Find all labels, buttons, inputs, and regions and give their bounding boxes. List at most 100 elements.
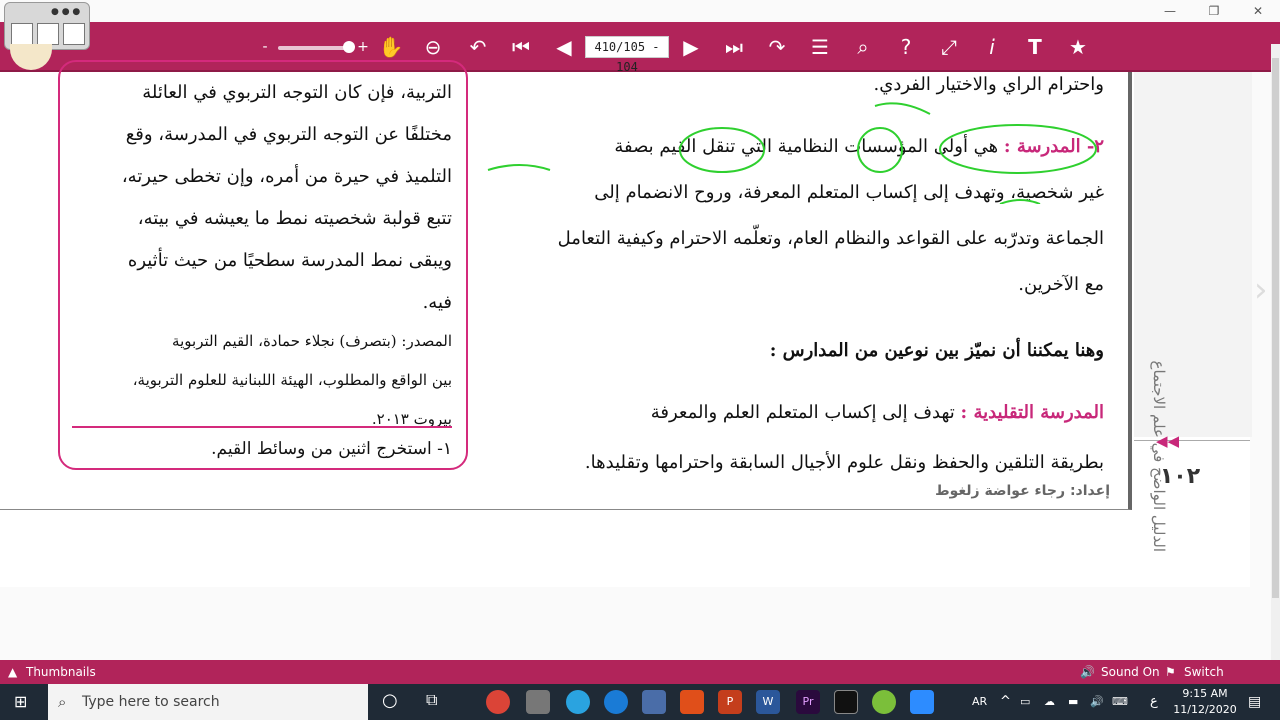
- bottom-bar: ▲ Thumbnails 🔊 Sound On ⚑ Switch Languag…: [0, 660, 1280, 703]
- app-icon[interactable]: [872, 690, 896, 714]
- main-line: مع الآخرين.: [1018, 274, 1104, 295]
- side-line: التلميذ في حيرة من أمره، وإن تخطى حيرته،: [121, 166, 452, 187]
- zoom-minus-button[interactable]: -: [252, 34, 278, 60]
- widget-thumb-icon: [37, 23, 59, 45]
- search-icon: ⌕: [58, 693, 67, 711]
- office-icon[interactable]: [680, 690, 704, 714]
- source-line: بين الواقع والمطلوب، الهيئة اللبنانية لل…: [132, 371, 452, 389]
- speaker-icon: 🔊: [1080, 665, 1095, 679]
- widget-thumb-icon: [63, 23, 85, 45]
- search-icon[interactable]: ⌕: [850, 34, 876, 60]
- main-line: بطريقة التلقين والحفظ ونقل علوم الأجيال …: [584, 452, 1104, 473]
- cloud-icon[interactable]: ☁: [1044, 684, 1055, 720]
- annotation-circle: [857, 127, 903, 173]
- annotation-circle: [939, 124, 1097, 174]
- author-credit: إعداد: رجاء عواضة زلغوط: [935, 483, 1110, 499]
- annotation-circle: [679, 127, 765, 173]
- document-page: التربية، فإن كان التوجه التربوي في العائ…: [0, 60, 1252, 587]
- side-box-text: التربية، فإن كان التوجه التربوي في العائ…: [72, 72, 452, 324]
- info-icon[interactable]: i: [979, 34, 1005, 60]
- side-line: مختلفًا عن التوجه التربوي في المدرسة، وق…: [125, 124, 452, 145]
- hand-icon[interactable]: ✋: [378, 34, 404, 60]
- close-button[interactable]: ✕: [1238, 2, 1278, 20]
- title-bar: — ❐ ✕: [0, 0, 1280, 22]
- main-line: المدرسة التقليدية : تهدف إلى إكساب المتع…: [484, 390, 1104, 436]
- keyboard-icon[interactable]: ⌨: [1112, 684, 1128, 720]
- widget-thumb-icon: [11, 23, 33, 45]
- annotation-underline: [487, 164, 551, 171]
- caret-up-icon: ▲: [8, 665, 18, 679]
- minimize-button[interactable]: —: [1150, 2, 1190, 20]
- source-line: المصدر: (بتصرف) نجلاء حمادة، القيم الترب…: [172, 332, 452, 350]
- premiere-icon[interactable]: Pr: [796, 690, 820, 714]
- divider: [1134, 440, 1250, 441]
- taskbar: ⊞ ⌕ Type here to search ○ ⧉ P W Pr AR ^ …: [0, 684, 1280, 720]
- app-icon[interactable]: [526, 690, 550, 714]
- language-indicator[interactable]: AR: [972, 684, 987, 720]
- zoom-plus-button[interactable]: +: [350, 34, 376, 60]
- widget-controls-icon: ● ● ●: [51, 7, 81, 17]
- clock-time: 9:15 AM: [1182, 687, 1228, 700]
- chrome-icon[interactable]: [486, 690, 510, 714]
- section-heading: المدرسة التقليدية :: [960, 402, 1104, 423]
- chevron-up-icon[interactable]: ^: [1000, 684, 1011, 720]
- zoom-icon[interactable]: [910, 690, 934, 714]
- text-icon[interactable]: T: [1022, 34, 1048, 60]
- last-page-icon[interactable]: ⏭: [721, 34, 747, 60]
- maximize-button[interactable]: ❐: [1194, 2, 1234, 20]
- help-icon[interactable]: ?: [893, 34, 919, 60]
- next-page-icon[interactable]: ▶: [678, 34, 704, 60]
- main-line-rest: تهدف إلى إكساب المتعلم العلم والمعرفة: [650, 402, 955, 423]
- scrollbar-thumb[interactable]: [1272, 58, 1279, 598]
- page-number: ١٠٢: [1159, 464, 1201, 489]
- side-line: فيه.: [422, 292, 452, 313]
- list-icon[interactable]: ☰: [807, 34, 833, 60]
- next-page-arrow-icon[interactable]: ›: [1254, 270, 1268, 310]
- prev-page-icon[interactable]: ◀: [551, 34, 577, 60]
- taskbar-search[interactable]: ⌕ Type here to search: [48, 684, 368, 720]
- side-line: ويبقى نمط المدرسة سطحيًا من حيث تأثيره: [127, 250, 452, 271]
- side-box-source: المصدر: (بتصرف) نجلاء حمادة، القيم الترب…: [72, 322, 452, 439]
- side-line: تتبع قولبة شخصيته نمط ما يعيشه في بيته،: [137, 208, 452, 229]
- battery-icon[interactable]: ▬: [1068, 684, 1078, 720]
- annotation-underline: [999, 199, 1041, 204]
- tray-icon[interactable]: ▭: [1020, 684, 1030, 720]
- page-indicator[interactable]: 410/105 - 104: [585, 36, 669, 74]
- clock-date: 11/12/2020: [1173, 703, 1237, 716]
- first-page-icon[interactable]: ⏮: [508, 34, 534, 60]
- redo-icon[interactable]: ↷: [764, 34, 790, 60]
- subheading: وهنا يمكننا أن نميّز بين نوعين من المدار…: [769, 340, 1104, 361]
- task-view-icon[interactable]: ⧉: [426, 690, 437, 710]
- telegram-icon[interactable]: [566, 690, 590, 714]
- handwritten-annotations: [487, 102, 1097, 204]
- zoom-out-icon[interactable]: ⊖: [420, 34, 446, 60]
- notification-icon[interactable]: ▤: [1248, 694, 1261, 710]
- sound-toggle[interactable]: Sound On: [1101, 660, 1160, 684]
- cortana-icon[interactable]: ○: [382, 690, 398, 711]
- book-title-vertical: الدليل الواضح في علم الاجتماع: [1150, 360, 1168, 553]
- reader-window: — ❐ ✕ - + ✋ ⊖ ↶ ⏮ ◀ 410/105 - 104 ▶ ⏭ ↷ …: [0, 0, 1280, 703]
- zoom-slider[interactable]: [278, 46, 348, 50]
- flag-icon: ⚑: [1165, 665, 1176, 679]
- search-placeholder: Type here to search: [82, 694, 220, 710]
- clock[interactable]: 9:15 AM 11/12/2020: [1170, 686, 1240, 718]
- powerpoint-icon[interactable]: P: [718, 690, 742, 714]
- divider: [72, 426, 452, 428]
- undo-icon[interactable]: ↶: [465, 34, 491, 60]
- side-box-question: ١- استخرج اثنين من وسائط القيم.: [211, 439, 452, 459]
- double-arrow-icon: ◀◀: [1156, 432, 1180, 450]
- bookmark-icon[interactable]: ★: [1065, 34, 1091, 60]
- thumbnails-button[interactable]: Thumbnails: [26, 660, 96, 684]
- app-icon[interactable]: [642, 690, 666, 714]
- fullscreen-icon[interactable]: ⤢: [936, 34, 962, 60]
- windows-start-icon[interactable]: ⊞: [14, 692, 27, 711]
- app-icon[interactable]: [834, 690, 858, 714]
- volume-icon[interactable]: 🔊: [1090, 684, 1104, 720]
- main-line: الجماعة وتدرّبه على القواعد والنظام العا…: [557, 228, 1104, 249]
- camera-widget[interactable]: ● ● ●: [4, 2, 90, 50]
- annotation-stroke: [874, 102, 931, 115]
- side-line: التربية، فإن كان التوجه التربوي في العائ…: [142, 82, 452, 103]
- input-indicator[interactable]: ع: [1150, 684, 1158, 720]
- edge-icon[interactable]: [604, 690, 628, 714]
- word-icon[interactable]: W: [756, 690, 780, 714]
